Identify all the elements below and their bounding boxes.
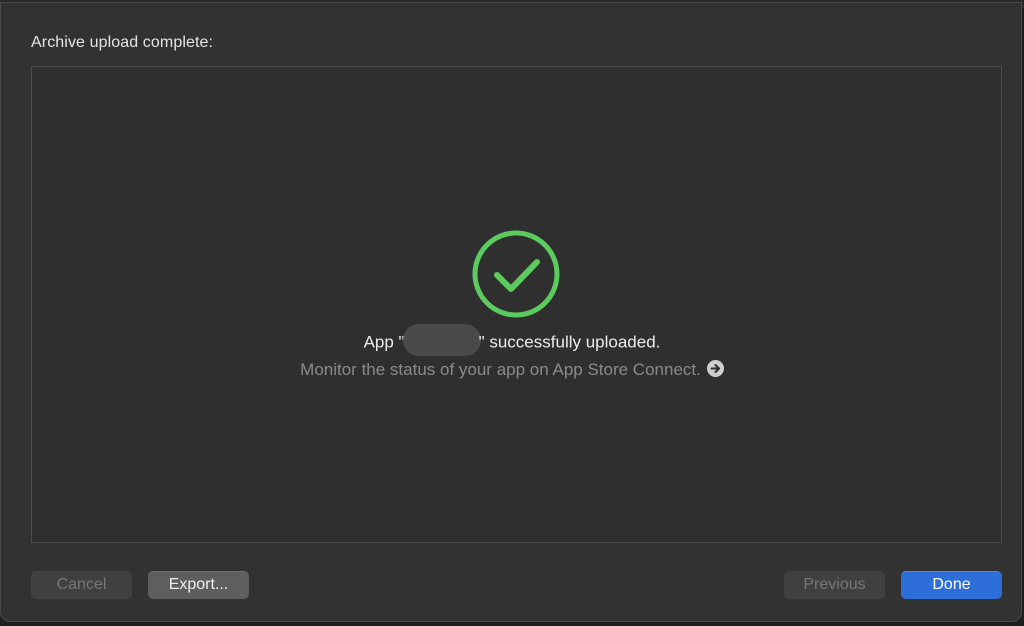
dialog-title: Archive upload complete: xyxy=(31,34,214,51)
upload-status-message: App " " successfully uploaded. xyxy=(1,324,1023,356)
status-prefix: App " xyxy=(363,332,405,352)
done-button[interactable]: Done xyxy=(901,571,1002,599)
archive-upload-sheet: Archive upload complete: App " " successf… xyxy=(0,2,1022,622)
arrow-right-circle-icon[interactable] xyxy=(706,360,724,377)
status-suffix: " successfully uploaded. xyxy=(478,332,661,352)
monitor-status-link[interactable]: Monitor the status of your app on App St… xyxy=(1,360,1023,380)
monitor-status-text: Monitor the status of your app on App St… xyxy=(300,360,701,379)
export-button[interactable]: Export... xyxy=(148,571,249,599)
redacted-app-name xyxy=(402,324,481,356)
cancel-button[interactable]: Cancel xyxy=(31,571,132,599)
checkmark-circle-icon xyxy=(471,229,561,319)
previous-button[interactable]: Previous xyxy=(784,571,885,599)
